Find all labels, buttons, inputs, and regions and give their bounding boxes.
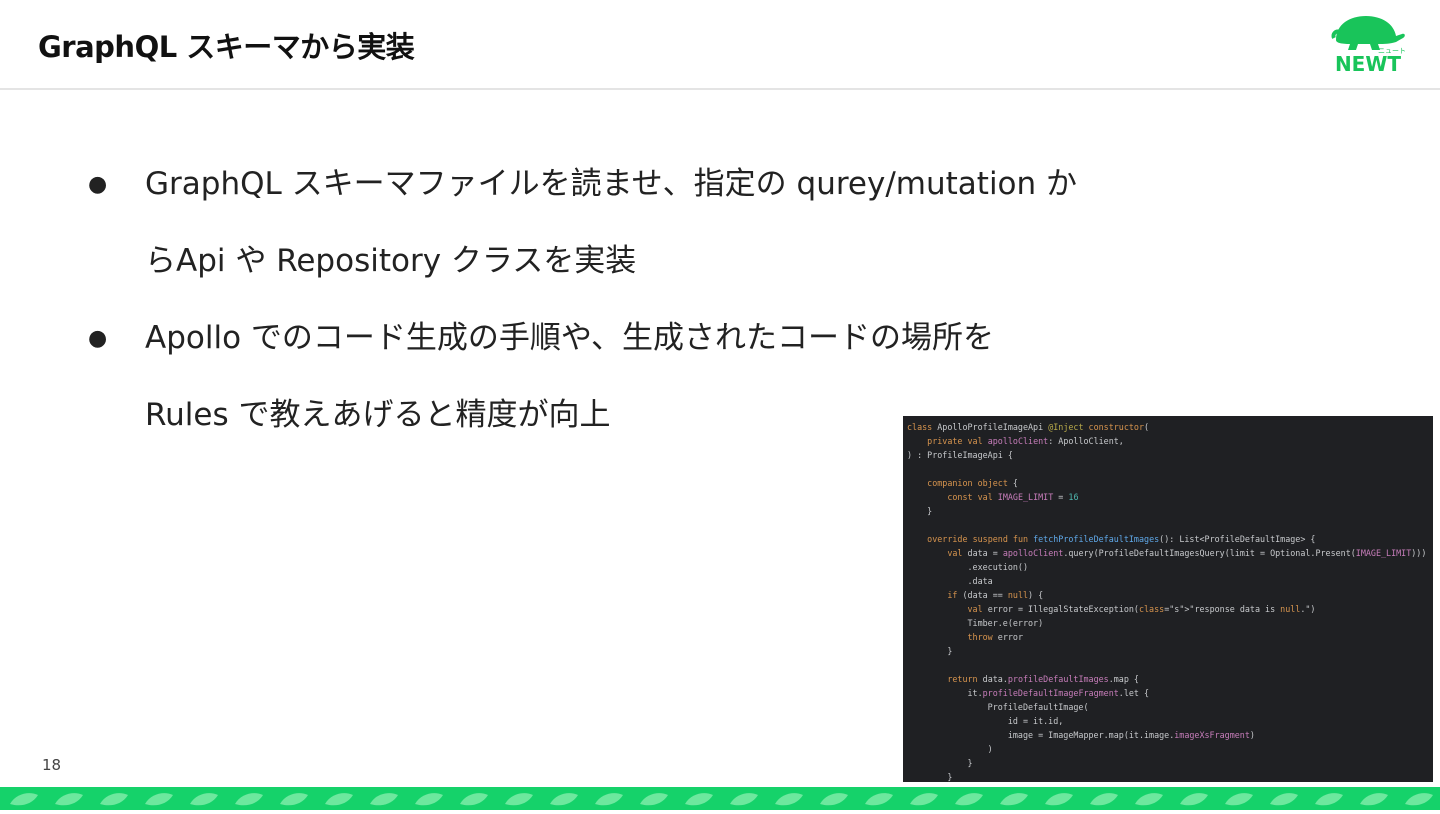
code-line: Timber.e(error): [967, 618, 1044, 628]
leaf-icon: [460, 793, 488, 806]
leaf-icon: [325, 793, 353, 806]
bullet-dot: ●: [88, 326, 108, 351]
leaf-icon: [865, 793, 893, 806]
leaf-icon: [1225, 793, 1253, 806]
bullet-list: ● GraphQL スキーマファイルを読ませ、指定の qurey/mutatio…: [88, 146, 1088, 454]
leaf-icon: [640, 793, 668, 806]
leaf-icon: [910, 793, 938, 806]
leaf-icon: [685, 793, 713, 806]
code-line: private val apolloClient: ApolloClient,: [927, 436, 1124, 446]
code-line: }: [947, 772, 953, 782]
bullet-line: Apollo でのコード生成の手順や、生成されたコードの場所を: [145, 320, 994, 356]
code-line: class ApolloProfileImageApi @Inject cons…: [907, 422, 1150, 432]
code-line: .execution(): [967, 562, 1029, 572]
leaf-icon: [1090, 793, 1118, 806]
code-line: ProfileDefaultImage(: [987, 702, 1089, 712]
code-block: class ApolloProfileImageApi @Inject cons…: [903, 416, 1433, 782]
code-line: val error = IllegalStateException(class=…: [967, 604, 1316, 614]
code-line: override suspend fun fetchProfileDefault…: [927, 534, 1316, 544]
leaf-icon: [1315, 793, 1343, 806]
leaf-icon: [145, 793, 173, 806]
code-line: throw error: [967, 632, 1023, 642]
leaf-icon: [505, 793, 533, 806]
leaf-icon: [1405, 793, 1433, 806]
bullet-line: らApi や Repository クラスを実装: [145, 243, 637, 279]
logo-word: NEWT: [1334, 52, 1402, 76]
slide-header: GraphQL スキーマから実装 ニュート NEWT: [0, 0, 1440, 90]
bullet-dot: ●: [88, 172, 108, 197]
leaf-icon: [775, 793, 803, 806]
code-line: if (data == null) {: [947, 590, 1044, 600]
leaf-icon: [955, 793, 983, 806]
leaf-icon: [820, 793, 848, 806]
footer-band: [0, 787, 1440, 810]
code-line: }: [967, 758, 973, 768]
code-line: ) : ProfileImageApi {: [907, 450, 1013, 460]
bullet-line: GraphQL スキーマファイルを読ませ、指定の qurey/mutation …: [145, 166, 1078, 202]
leaf-icon: [100, 793, 128, 806]
leaf-icon: [370, 793, 398, 806]
leaf-icon: [55, 793, 83, 806]
code-line: const val IMAGE_LIMIT = 16: [947, 492, 1079, 502]
leaf-icon: [190, 793, 218, 806]
code-line: }: [947, 646, 953, 656]
leaf-icon: [1135, 793, 1163, 806]
code-line: image = ImageMapper.map(it.image.imageXs…: [907, 730, 1255, 740]
page-number: 18: [42, 756, 62, 774]
code-line: id = it.id,: [1007, 716, 1064, 726]
bullet-item: ● GraphQL スキーマファイルを読ませ、指定の qurey/mutatio…: [88, 146, 1088, 300]
leaf-icon: [1045, 793, 1073, 806]
slide-title: GraphQL スキーマから実装: [38, 30, 415, 64]
leaf-icon: [1360, 793, 1388, 806]
code-line: }: [927, 506, 933, 516]
code-line: .data: [967, 576, 993, 586]
code-screenshot: class ApolloProfileImageApi @Inject cons…: [903, 416, 1433, 782]
leaf-icon: [595, 793, 623, 806]
leaf-icon: [415, 793, 443, 806]
leaf-icon: [730, 793, 758, 806]
code-line: it.profileDefaultImageFragment.let {: [907, 688, 1150, 698]
leaf-icon: [1180, 793, 1208, 806]
code-line: val data = apolloClient.query(ProfileDef…: [947, 548, 1427, 558]
code-line: ): [987, 744, 993, 754]
leaf-pattern-icon: [10, 793, 1433, 806]
code-line: return data.profileDefaultImages.map {: [947, 674, 1139, 684]
code-line: companion object {: [927, 478, 1018, 488]
leaf-icon: [550, 793, 578, 806]
leaf-icon: [280, 793, 308, 806]
leaf-icon: [1000, 793, 1028, 806]
leaf-icon: [1270, 793, 1298, 806]
newt-logo: ニュート NEWT: [1330, 14, 1406, 78]
leaf-icon: [235, 793, 263, 806]
leaf-icon: [10, 793, 38, 806]
